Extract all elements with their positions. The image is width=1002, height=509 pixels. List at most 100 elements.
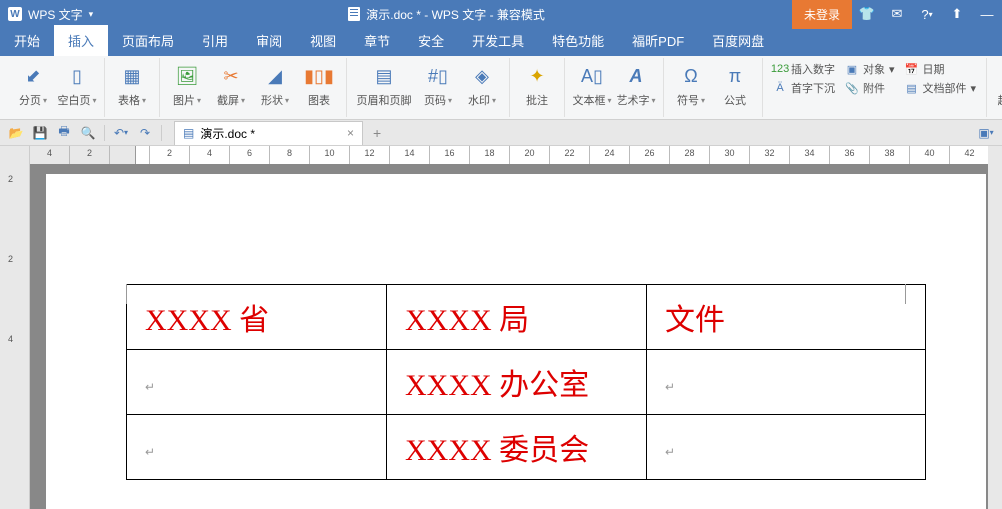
title-center: 演示.doc * - WPS 文字 - 兼容模式 [101,6,792,23]
symbol-icon: Ω [677,62,705,90]
table-row: ↵ XXXX 委员会 ↵ [127,415,926,480]
table-row: XXXX 省 XXXX 局 文件 [127,285,926,350]
paragraph-mark-icon: ↵ [145,445,155,459]
screenshot-button[interactable]: ✂截屏▾ [210,58,252,108]
redo-button[interactable]: ↷ [135,123,155,143]
wps-logo-icon: W [8,7,22,21]
table-button[interactable]: ▦表格▾ [111,58,153,108]
skin-icon[interactable]: 👕 [852,0,882,28]
separator [104,125,105,141]
shapes-icon: ◢ [261,62,289,90]
tab-view[interactable]: 视图 [296,25,350,56]
vertical-ruler[interactable]: 2 2 4 [0,164,30,509]
equation-button[interactable]: π公式 [714,58,756,108]
document-table[interactable]: XXXX 省 XXXX 局 文件 ↵ XXXX 办公室 ↵ ↵ XXXX 委员会… [126,284,926,480]
table-cell[interactable]: XXXX 省 [127,285,387,350]
equation-icon: π [721,62,749,90]
page-scroll-area[interactable]: XXXX 省 XXXX 局 文件 ↵ XXXX 办公室 ↵ ↵ XXXX 委员会… [30,164,1002,509]
tab-devtools[interactable]: 开发工具 [458,25,538,56]
table-cell[interactable]: XXXX 委员会 [387,415,647,480]
document-icon: ▤ [183,126,194,140]
vertical-scrollbar[interactable] [988,146,1002,509]
page[interactable]: XXXX 省 XXXX 局 文件 ↵ XXXX 办公室 ↵ ↵ XXXX 委员会… [46,174,986,509]
undo-button[interactable]: ↶▾ [111,123,131,143]
header-footer-button[interactable]: ▤页眉和页脚 [353,58,415,108]
tab-chapter[interactable]: 章节 [350,25,404,56]
close-tab-button[interactable]: × [347,126,354,140]
minimize-button[interactable]: — [972,0,1002,28]
page-break-button[interactable]: ⬋分页▾ [12,58,54,108]
ruler-corner [0,146,30,164]
wordart-icon: A [622,62,650,90]
wordart-button[interactable]: A艺术字▾ [615,58,657,108]
ribbon-group-illustrations: 🖼图片▾ ✂截屏▾ ◢形状▾ ▮▯▮图表 [160,58,347,117]
tab-insert[interactable]: 插入 [54,25,108,56]
screenshot-icon: ✂ [217,62,245,90]
table-cell[interactable]: 文件 [647,285,926,350]
tab-baidupan[interactable]: 百度网盘 [698,25,778,56]
tab-start[interactable]: 开始 [0,25,54,56]
object-button[interactable]: ▣对象▾ [841,60,899,78]
docparts-button[interactable]: ▤文档部件▾ [901,79,981,97]
blank-page-button[interactable]: ▯空白页▾ [56,58,98,108]
tab-features[interactable]: 特色功能 [538,25,618,56]
table-cell[interactable]: ↵ [127,350,387,415]
table-cell[interactable]: XXXX 办公室 [387,350,647,415]
app-menu-dropdown-icon[interactable]: ▾ [89,9,94,20]
comment-icon: ✦ [523,62,551,90]
separator [161,125,162,141]
document-tab-name: 演示.doc * [200,125,255,142]
comment-button[interactable]: ✦批注 [516,58,558,108]
attachment-button[interactable]: 📎附件 [841,79,899,97]
print-button[interactable]: 🖶 [54,123,74,143]
page-number-icon: #▯ [424,62,452,90]
minimize-to-tray-icon[interactable]: ⬆ [942,0,972,28]
textbox-button[interactable]: A▯文本框▾ [571,58,613,108]
picture-icon: 🖼 [173,62,201,90]
ribbon-group-text: A▯文本框▾ A艺术字▾ [565,58,664,117]
insert-number-button[interactable]: 123插入数字 [769,60,839,78]
picture-button[interactable]: 🖼图片▾ [166,58,208,108]
table-cell[interactable]: XXXX 局 [387,285,647,350]
ribbon-group-links: 🔗超链接 [987,58,1002,117]
page-break-icon: ⬋ [19,62,47,90]
ribbon-group-comments: ✦批注 [510,58,565,117]
tab-review[interactable]: 审阅 [242,25,296,56]
right-margin-marker [905,284,906,304]
chart-button[interactable]: ▮▯▮图表 [298,58,340,108]
save-button[interactable]: 💾 [30,123,50,143]
symbol-button[interactable]: Ω符号▾ [670,58,712,108]
dropcap-button[interactable]: Ä首字下沉 [769,79,839,97]
open-button[interactable]: 📂 [6,123,26,143]
chart-icon: ▮▯▮ [305,62,333,90]
help-icon[interactable]: ?▾ [912,0,942,28]
horizontal-ruler[interactable]: 4224681012141618202224262830323436384042 [30,146,1002,164]
date-icon: 📅 [905,62,919,76]
feedback-icon[interactable]: ✉ [882,0,912,28]
tab-pagelayout[interactable]: 页面布局 [108,25,188,56]
attachment-icon: 📎 [845,81,859,95]
watermark-button[interactable]: ◈水印▾ [461,58,503,108]
document-tab[interactable]: ▤ 演示.doc * × [174,121,363,145]
ruler-area: 4224681012141618202224262830323436384042 [0,146,1002,164]
header-footer-icon: ▤ [370,62,398,90]
ribbon-group-pages: ⬋分页▾ ▯空白页▾ [6,58,105,117]
ribbon-group-symbols: Ω符号▾ π公式 [664,58,763,117]
date-button[interactable]: 📅日期 [901,60,981,78]
table-cell[interactable]: ↵ [647,415,926,480]
table-cell[interactable]: ↵ [127,415,387,480]
paragraph-mark-icon: ↵ [665,445,675,459]
tab-security[interactable]: 安全 [404,25,458,56]
document-container: 2 2 4 XXXX 省 XXXX 局 文件 ↵ XXXX 办公室 ↵ ↵ [0,164,1002,509]
page-number-button[interactable]: #▯页码▾ [417,58,459,108]
shapes-button[interactable]: ◢形状▾ [254,58,296,108]
hyperlink-button[interactable]: 🔗超链接 [993,58,1002,108]
paragraph-mark-icon: ↵ [665,380,675,394]
table-cell[interactable]: ↵ [647,350,926,415]
tab-foxitpdf[interactable]: 福昕PDF [618,25,698,56]
add-tab-button[interactable]: + [373,125,381,141]
task-pane-button[interactable]: ▣▾ [976,123,996,143]
tab-reference[interactable]: 引用 [188,25,242,56]
print-preview-button[interactable]: 🔍 [78,123,98,143]
login-button[interactable]: 未登录 [792,0,852,29]
